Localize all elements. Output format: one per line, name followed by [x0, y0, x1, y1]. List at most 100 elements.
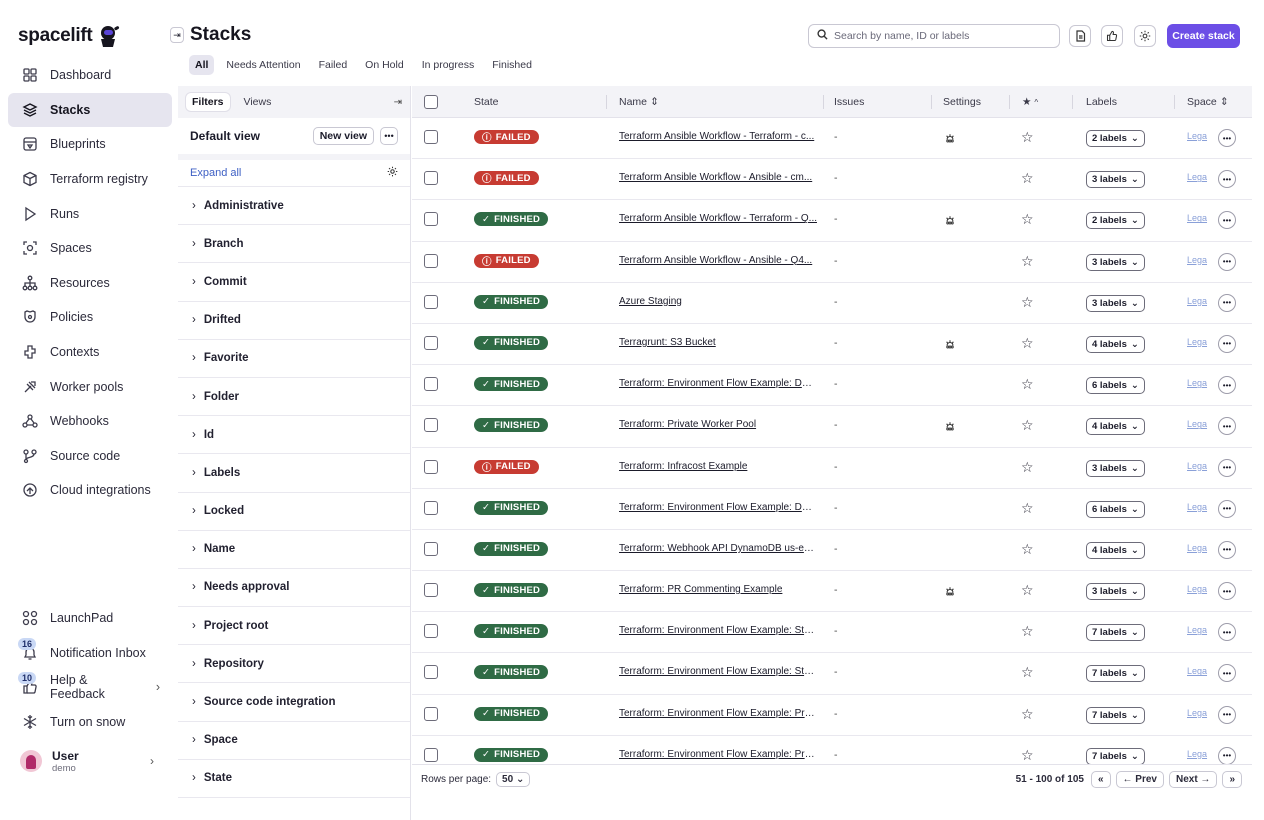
row-checkbox[interactable] — [424, 665, 438, 680]
filter-source-code-integration[interactable]: › Source code integration — [178, 683, 410, 722]
table-row[interactable]: ✓ FINISHED Terragrunt: S3 Bucket - ☆ 4 labels… — [412, 324, 1252, 366]
labels-dropdown[interactable]: 2 labels ⌄ — [1086, 130, 1145, 147]
row-more-icon[interactable]: ••• — [1218, 582, 1236, 601]
space-link[interactable]: Lega — [1187, 337, 1207, 347]
sidebar-item-worker-pools[interactable]: Worker pools — [8, 369, 172, 404]
filter-space[interactable]: › Space — [178, 722, 410, 760]
stack-name-link[interactable]: Terraform: Webhook API DynamoDB us-eas..… — [619, 543, 817, 554]
notification-inbox-item[interactable]: 16 Notification Inbox — [8, 636, 172, 671]
space-link[interactable]: Lega — [1187, 543, 1207, 553]
filter-labels[interactable]: › Labels — [178, 454, 410, 493]
sidebar-item-contexts[interactable]: Contexts — [8, 335, 172, 370]
rows-per-page-select[interactable]: 50 ⌄ — [496, 772, 531, 787]
row-checkbox[interactable] — [424, 541, 438, 556]
col-space[interactable]: Space ⇕ — [1187, 86, 1229, 118]
row-more-icon[interactable]: ••• — [1218, 458, 1236, 477]
star-icon[interactable]: ☆ — [1021, 170, 1034, 187]
sidebar-item-spaces[interactable]: Spaces — [8, 231, 172, 266]
stack-name-link[interactable]: Terraform: Environment Flow Example: Dev… — [619, 502, 817, 513]
row-more-icon[interactable]: ••• — [1218, 293, 1236, 312]
stack-name-link[interactable]: Terraform: Environment Flow Example: Sta… — [619, 666, 817, 677]
table-row[interactable]: ✓ FINISHED Terraform Ansible Workflow - Te… — [412, 200, 1252, 242]
tab-filters[interactable]: Filters — [186, 93, 230, 111]
stack-name-link[interactable]: Terraform Ansible Workflow - Terraform -… — [619, 131, 817, 142]
row-checkbox[interactable] — [424, 377, 438, 392]
feedback-button[interactable] — [1101, 25, 1123, 47]
table-row[interactable]: ⓘ FAILED Terraform Ansible Workflow - Ansi… — [412, 159, 1252, 201]
row-more-icon[interactable]: ••• — [1218, 746, 1236, 764]
filter-administrative[interactable]: › Administrative — [178, 187, 410, 226]
space-link[interactable]: Lega — [1187, 172, 1207, 182]
row-checkbox[interactable] — [424, 747, 438, 762]
row-more-icon[interactable]: ••• — [1218, 376, 1236, 395]
filter-locked[interactable]: › Locked — [178, 493, 410, 531]
sidebar-item-webhooks[interactable]: Webhooks — [8, 404, 172, 439]
sidebar-item-stacks[interactable]: Stacks — [8, 92, 172, 128]
row-more-icon[interactable]: ••• — [1218, 499, 1236, 518]
space-link[interactable]: Lega — [1187, 255, 1207, 265]
star-icon[interactable]: ☆ — [1021, 294, 1034, 311]
row-checkbox[interactable] — [424, 171, 438, 186]
star-icon[interactable]: ☆ — [1021, 582, 1034, 599]
space-link[interactable]: Lega — [1187, 461, 1207, 471]
user-menu[interactable]: User demo › — [8, 739, 172, 783]
tab-in-progress[interactable]: In progress — [416, 55, 481, 75]
labels-dropdown[interactable]: 7 labels ⌄ — [1086, 665, 1145, 683]
labels-dropdown[interactable]: 6 labels ⌄ — [1086, 377, 1145, 395]
table-row[interactable]: ✓ FINISHED Terraform: Webhook API DynamoDB… — [412, 530, 1252, 572]
row-more-icon[interactable]: ••• — [1218, 170, 1236, 189]
row-checkbox[interactable] — [424, 130, 438, 144]
collapse-sidebar-button[interactable]: ⇥ — [170, 27, 184, 43]
select-all-checkbox[interactable] — [424, 95, 438, 109]
star-icon[interactable]: ☆ — [1021, 417, 1034, 434]
tab-needs-attention[interactable]: Needs Attention — [220, 55, 306, 75]
space-link[interactable]: Lega — [1187, 584, 1207, 594]
star-icon[interactable]: ☆ — [1021, 129, 1034, 146]
row-checkbox[interactable] — [424, 583, 438, 598]
filter-needs-approval[interactable]: › Needs approval — [178, 569, 410, 608]
row-more-icon[interactable]: ••• — [1218, 540, 1236, 559]
filter-state[interactable]: › State — [178, 760, 410, 798]
star-icon[interactable]: ☆ — [1021, 376, 1034, 393]
filter-name[interactable]: › Name — [178, 531, 410, 569]
row-more-icon[interactable]: ••• — [1218, 129, 1236, 147]
space-link[interactable]: Lega — [1187, 749, 1207, 759]
stack-name-link[interactable]: Terraform: Environment Flow Example: Dev… — [619, 378, 817, 389]
star-icon[interactable]: ☆ — [1021, 459, 1034, 476]
table-row[interactable]: ✓ FINISHED Terraform: Environment Flow Exa… — [412, 365, 1252, 407]
table-row[interactable]: ✓ FINISHED Terraform: Environment Flow Exa… — [412, 489, 1252, 530]
last-page-button[interactable]: » — [1222, 771, 1242, 788]
labels-dropdown[interactable]: 4 labels ⌄ — [1086, 541, 1145, 559]
row-checkbox[interactable] — [424, 500, 438, 515]
space-link[interactable]: Lega — [1187, 296, 1207, 306]
filter-id[interactable]: › Id — [178, 416, 410, 455]
table-row[interactable]: ✓ FINISHED Azure Staging - ☆ 3 labels ⌄ Lega ••• — [412, 283, 1252, 324]
filter-project-root[interactable]: › Project root — [178, 607, 410, 646]
sidebar-item-runs[interactable]: Runs — [8, 196, 172, 231]
sidebar-item-policies[interactable]: Policies — [8, 300, 172, 335]
table-row[interactable]: ✓ FINISHED Terraform: PR Commenting Exampl… — [412, 571, 1252, 613]
sidebar-item-source-code[interactable]: Source code — [8, 439, 172, 474]
row-checkbox[interactable] — [424, 212, 438, 227]
settings-button[interactable] — [1134, 25, 1156, 47]
sidebar-item-cloud-integrations[interactable]: Cloud integrations — [8, 473, 172, 508]
filter-repository[interactable]: › Repository — [178, 645, 410, 684]
stack-name-link[interactable]: Terraform Ansible Workflow - Ansible - c… — [619, 172, 817, 183]
stack-name-link[interactable]: Terraform: Environment Flow Example: Pro… — [619, 749, 817, 760]
logo[interactable]: spacelift — [18, 24, 120, 48]
labels-dropdown[interactable]: 3 labels ⌄ — [1086, 253, 1145, 271]
star-icon[interactable]: ☆ — [1021, 541, 1034, 558]
tab-finished[interactable]: Finished — [486, 55, 538, 75]
stack-name-link[interactable]: Azure Staging — [619, 296, 817, 307]
space-link[interactable]: Lega — [1187, 666, 1207, 676]
stack-name-link[interactable]: Terraform: PR Commenting Example — [619, 584, 817, 595]
create-stack-button[interactable]: Create stack — [1167, 24, 1240, 48]
filter-drifted[interactable]: › Drifted — [178, 302, 410, 340]
new-view-button[interactable]: New view — [312, 127, 374, 145]
gear-icon[interactable] — [387, 166, 398, 180]
star-icon[interactable]: ☆ — [1021, 664, 1034, 681]
search-box[interactable] — [808, 24, 1060, 48]
star-icon[interactable]: ☆ — [1021, 706, 1034, 723]
row-more-icon[interactable]: ••• — [1218, 252, 1236, 271]
labels-dropdown[interactable]: 7 labels ⌄ — [1086, 747, 1145, 764]
